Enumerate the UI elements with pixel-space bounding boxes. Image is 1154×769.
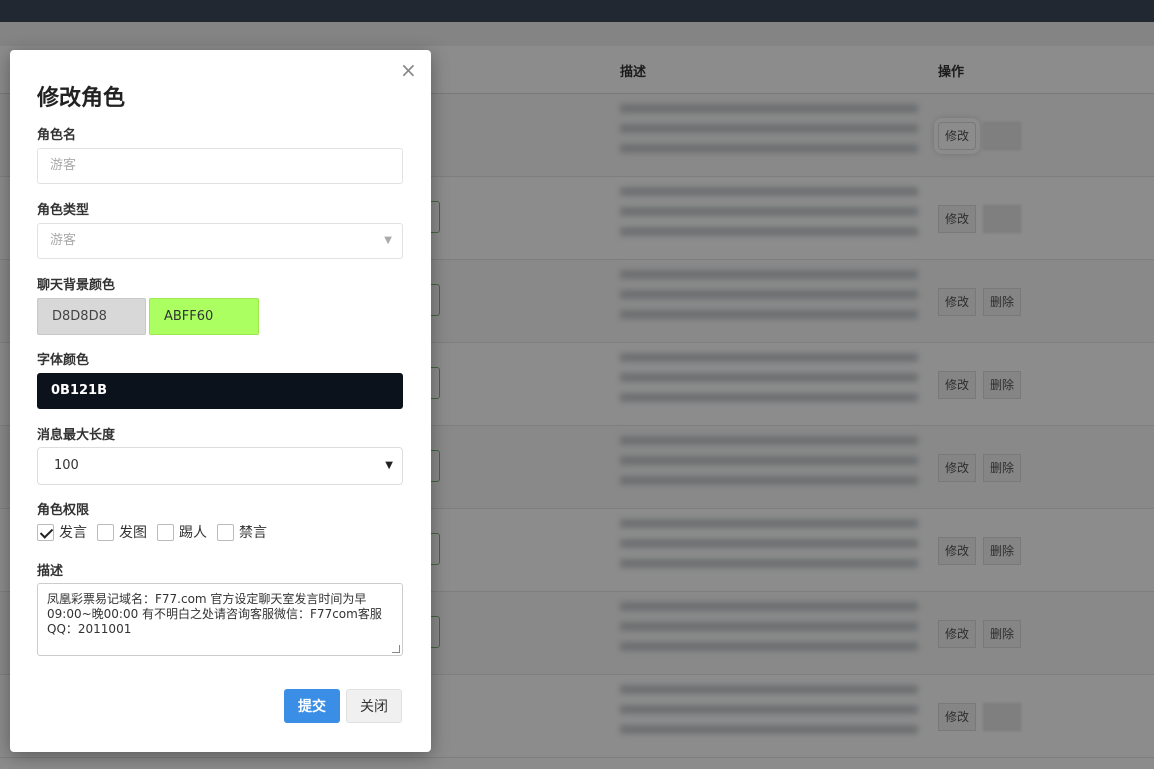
permission-label: 发图 xyxy=(119,525,147,541)
description-textarea[interactable]: 凤凰彩票易记域名：F77.com 官方设定聊天室发言时间为早09:00~晚00:… xyxy=(37,583,403,656)
checkbox-icon[interactable] xyxy=(97,523,114,541)
permission-label: 踢人 xyxy=(179,525,207,541)
permission-option[interactable]: 发言 xyxy=(37,522,95,542)
checkbox-checked-icon[interactable] xyxy=(37,523,54,541)
chat-bg-color-label: 聊天背景颜色 xyxy=(37,278,116,293)
chat-bg-color-2[interactable]: ABFF60 xyxy=(149,298,259,335)
chevron-down-icon: ▼ xyxy=(384,235,392,246)
checkbox-icon[interactable] xyxy=(157,523,174,541)
role-name-placeholder: 游客 xyxy=(50,158,77,173)
font-color-input[interactable]: 0B121B xyxy=(37,373,403,409)
submit-button[interactable]: 提交 xyxy=(284,689,340,723)
font-color-label: 字体颜色 xyxy=(37,353,90,368)
role-type-select[interactable]: 游客 ▼ xyxy=(37,223,403,259)
role-name-label: 角色名 xyxy=(37,128,77,143)
resize-grip-icon[interactable] xyxy=(392,645,400,653)
max-length-value: 100 xyxy=(54,458,79,473)
permissions-group: 发言 发图 踢人 禁言 xyxy=(37,522,277,542)
permission-option[interactable]: 踢人 xyxy=(157,522,215,542)
chevron-down-icon: ▼ xyxy=(385,460,393,471)
role-type-label: 角色类型 xyxy=(37,203,90,218)
permission-label: 发言 xyxy=(59,525,87,541)
max-length-select[interactable]: 100 ▼ xyxy=(37,447,403,485)
chat-bg-color-1[interactable]: D8D8D8 xyxy=(37,298,146,335)
role-type-value: 游客 xyxy=(50,233,77,248)
dialog-title: 修改角色 xyxy=(37,86,126,111)
edit-role-dialog: × 修改角色 角色名 游客 角色类型 游客 ▼ 聊天背景颜色 D8D8D8 AB… xyxy=(10,50,431,752)
permission-option[interactable]: 发图 xyxy=(97,522,155,542)
close-button[interactable]: 关闭 xyxy=(346,689,402,723)
max-length-label: 消息最大长度 xyxy=(37,428,116,443)
permission-label: 禁言 xyxy=(239,525,267,541)
role-name-input[interactable]: 游客 xyxy=(37,148,403,184)
permissions-label: 角色权限 xyxy=(37,503,90,518)
description-text: 凤凰彩票易记域名：F77.com 官方设定聊天室发言时间为早09:00~晚00:… xyxy=(47,592,382,636)
checkbox-icon[interactable] xyxy=(217,523,234,541)
description-label: 描述 xyxy=(37,564,64,579)
close-icon[interactable]: × xyxy=(400,58,417,82)
permission-option[interactable]: 禁言 xyxy=(217,522,275,542)
